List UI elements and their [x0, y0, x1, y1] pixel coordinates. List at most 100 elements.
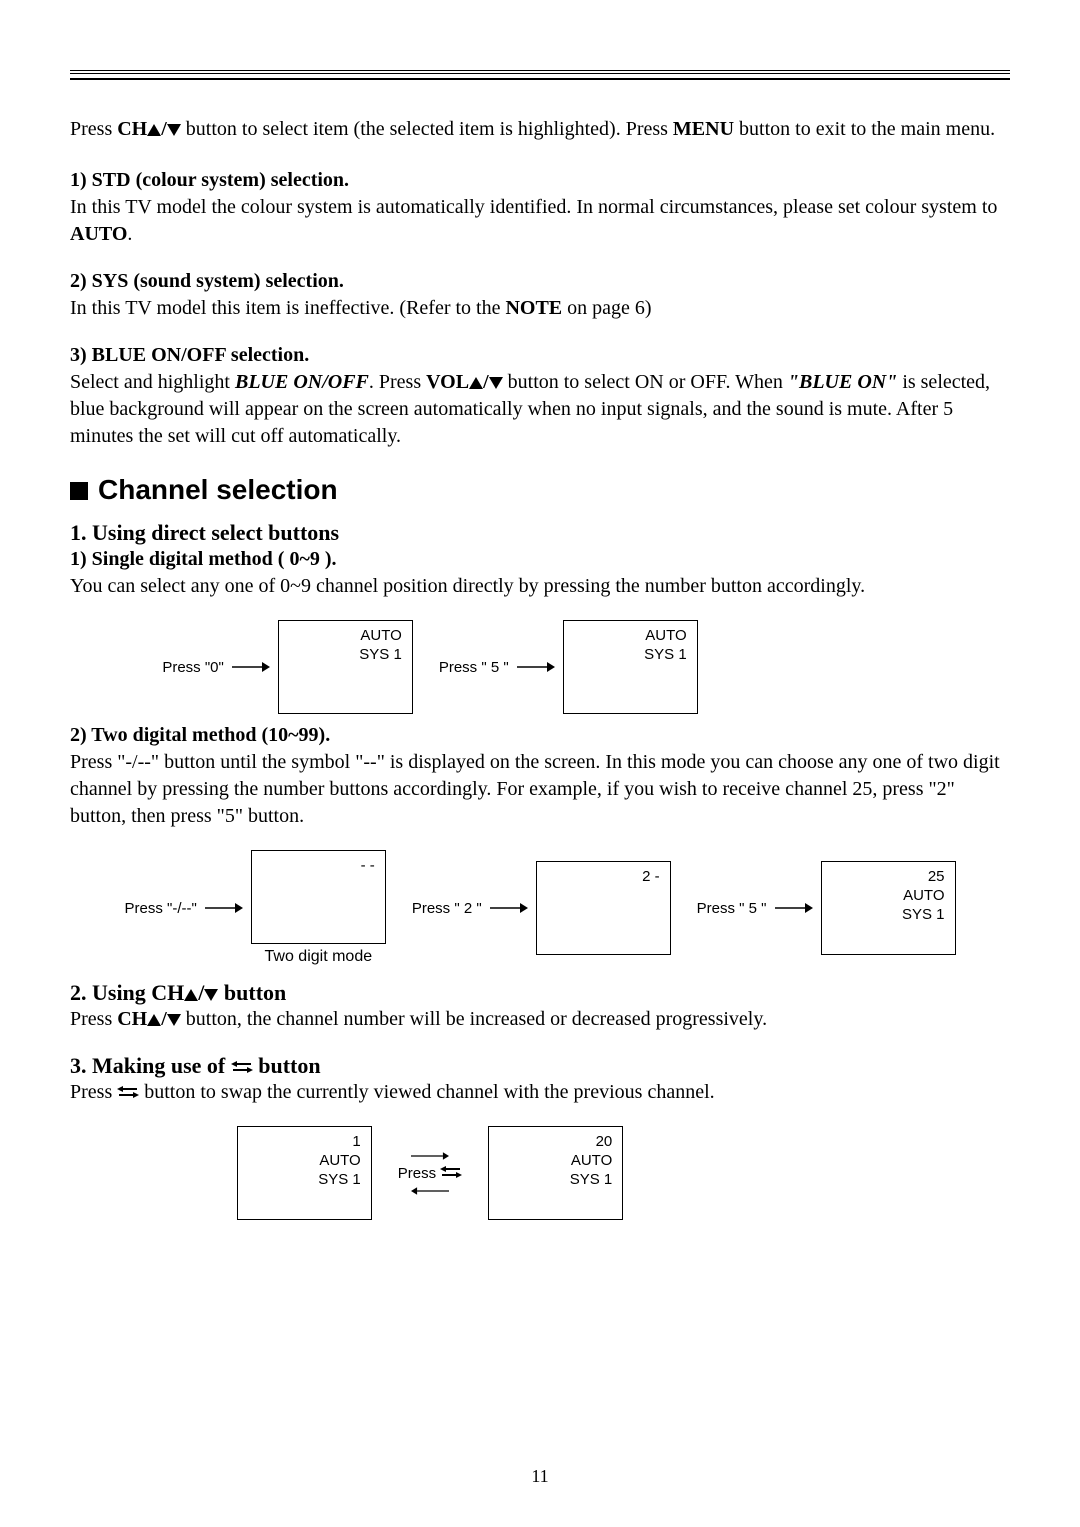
- text: Press: [70, 1081, 117, 1103]
- arrow-right-icon: [205, 901, 243, 915]
- swap-text: Press button to swap the currently viewe…: [70, 1079, 1010, 1106]
- triangle-up-icon: [147, 1014, 161, 1026]
- diagram-swap: 1 AUTO SYS 1 Press 20 AUT: [70, 1126, 1010, 1220]
- screen-line: AUTO: [499, 1152, 612, 1171]
- section-heading: 3) BLUE ON/OFF selection.: [70, 342, 1010, 369]
- triangle-up-icon: [184, 989, 198, 1001]
- text: on page 6): [562, 297, 651, 319]
- diagram-step: Press " 5 " AUTO SYS 1: [439, 620, 698, 714]
- text: 3. Making use of: [70, 1053, 231, 1078]
- swap-icon: [117, 1085, 139, 1099]
- bold-italic: "BLUE ON": [788, 371, 897, 393]
- method-single-digit: 1) Single digital method ( 0~9 ). You ca…: [70, 546, 1010, 600]
- using-ch-text: Press CH/ button, the channel number wil…: [70, 1006, 1010, 1033]
- swap-icon: [440, 1165, 462, 1179]
- screen-line: SYS 1: [289, 646, 402, 665]
- bold-text: AUTO: [70, 223, 127, 245]
- screen-line: - -: [262, 857, 375, 876]
- tv-screen: 25 AUTO SYS 1: [821, 861, 956, 955]
- tv-screen: 20 AUTO SYS 1: [488, 1126, 623, 1220]
- screen-line: AUTO: [574, 627, 687, 646]
- triangle-down-icon: [167, 124, 181, 136]
- diagram-step: Press "-/--" - - Two digit mode: [125, 850, 386, 966]
- text: . Press: [369, 371, 426, 393]
- section-std: 1) STD (colour system) selection. In thi…: [70, 167, 1010, 248]
- text: In this TV model the colour system is au…: [70, 196, 997, 218]
- method-two-digit: 2) Two digital method (10~99). Press "-/…: [70, 722, 1010, 830]
- double-rule: [70, 70, 1010, 80]
- arrow-left-icon: [411, 1184, 449, 1198]
- intro-paragraph: Press CH/ button to select item (the sel…: [70, 116, 1010, 143]
- bullet-square-icon: [70, 482, 88, 500]
- section-heading: 1) STD (colour system) selection.: [70, 167, 1010, 194]
- bold-italic: BLUE ON/OFF: [235, 371, 369, 393]
- text: Press: [70, 1008, 117, 1030]
- tv-screen: AUTO SYS 1: [563, 620, 698, 714]
- subhead-making-use-swap: 3. Making use of button: [70, 1053, 1010, 1079]
- step-label: Press "0": [162, 659, 224, 676]
- triangle-up-icon: [469, 377, 483, 389]
- tv-screen: AUTO SYS 1: [278, 620, 413, 714]
- text: You can select any one of 0~9 channel po…: [70, 575, 865, 597]
- screen-line: 1: [248, 1133, 361, 1152]
- arrow-right-icon: [411, 1149, 449, 1163]
- screen-line: 20: [499, 1133, 612, 1152]
- arrow-right-icon: [517, 660, 555, 674]
- text: button to exit to the main menu.: [734, 118, 995, 140]
- diagram-step: Press: [398, 1149, 463, 1198]
- text: Select and highlight: [70, 371, 235, 393]
- tv-with-caption: - - Two digit mode: [251, 850, 386, 966]
- arrow-right-icon: [490, 901, 528, 915]
- step-label: Press " 5 ": [439, 659, 509, 676]
- screen-line: 2 -: [547, 868, 660, 887]
- triangle-up-icon: [147, 124, 161, 136]
- bold-text: VOL: [426, 371, 469, 393]
- text: button to select ON or OFF. When: [503, 371, 788, 393]
- step-label: Press: [398, 1165, 463, 1182]
- text: Press: [398, 1165, 441, 1182]
- arrow-right-icon: [232, 660, 270, 674]
- triangle-down-icon: [167, 1014, 181, 1026]
- bold-text: NOTE: [505, 297, 562, 319]
- step-label: Press "-/--": [125, 900, 197, 917]
- step-label: Press " 5 ": [697, 900, 767, 917]
- swap-icon: [231, 1060, 253, 1074]
- method-heading: 2) Two digital method (10~99).: [70, 722, 1010, 749]
- screen-line: SYS 1: [248, 1171, 361, 1190]
- diagram-step: Press " 2 " 2 -: [412, 861, 671, 955]
- bold-text: CH: [117, 1008, 147, 1030]
- text: button: [218, 980, 286, 1005]
- method-heading: 1) Single digital method ( 0~9 ).: [70, 546, 1010, 573]
- diagram-step: Press " 5 " 25 AUTO SYS 1: [697, 861, 956, 955]
- section-heading: 2) SYS (sound system) selection.: [70, 268, 1010, 295]
- page-number: 11: [0, 1466, 1080, 1487]
- screen-caption: Two digit mode: [251, 948, 386, 966]
- screen-line: AUTO: [248, 1152, 361, 1171]
- text: Press "-/--" button until the symbol "--…: [70, 751, 1000, 827]
- channel-selection-title: Channel selection: [70, 474, 1010, 506]
- tv-screen: - -: [251, 850, 386, 944]
- tv-screen: 2 -: [536, 861, 671, 955]
- subhead-direct-select: 1. Using direct select buttons: [70, 520, 1010, 546]
- diagram-two-digit: Press "-/--" - - Two digit mode Press " …: [70, 850, 1010, 966]
- section-blue: 3) BLUE ON/OFF selection. Select and hig…: [70, 342, 1010, 450]
- screen-line: SYS 1: [499, 1171, 612, 1190]
- step-label: Press " 2 ": [412, 900, 482, 917]
- triangle-down-icon: [204, 989, 218, 1001]
- text: button to select item (the selected item…: [181, 118, 673, 140]
- screen-line: AUTO: [289, 627, 402, 646]
- text: button, the channel number will be incre…: [181, 1008, 767, 1030]
- screen-line: 25: [832, 868, 945, 887]
- bold-text: MENU: [673, 118, 734, 140]
- screen-line: SYS 1: [574, 646, 687, 665]
- document-page: Press CH/ button to select item (the sel…: [0, 0, 1080, 1527]
- screen-line: AUTO: [832, 887, 945, 906]
- triangle-down-icon: [489, 377, 503, 389]
- subhead-using-ch: 2. Using CH/ button: [70, 980, 1010, 1006]
- text: In this TV model this item is ineffectiv…: [70, 297, 505, 319]
- diagram-single-digit: Press "0" AUTO SYS 1 Press " 5 " AUTO SY…: [70, 620, 1010, 714]
- title-text: Channel selection: [98, 474, 338, 505]
- screen-line: SYS 1: [832, 906, 945, 925]
- arrow-right-icon: [775, 901, 813, 915]
- text: Press: [70, 118, 117, 140]
